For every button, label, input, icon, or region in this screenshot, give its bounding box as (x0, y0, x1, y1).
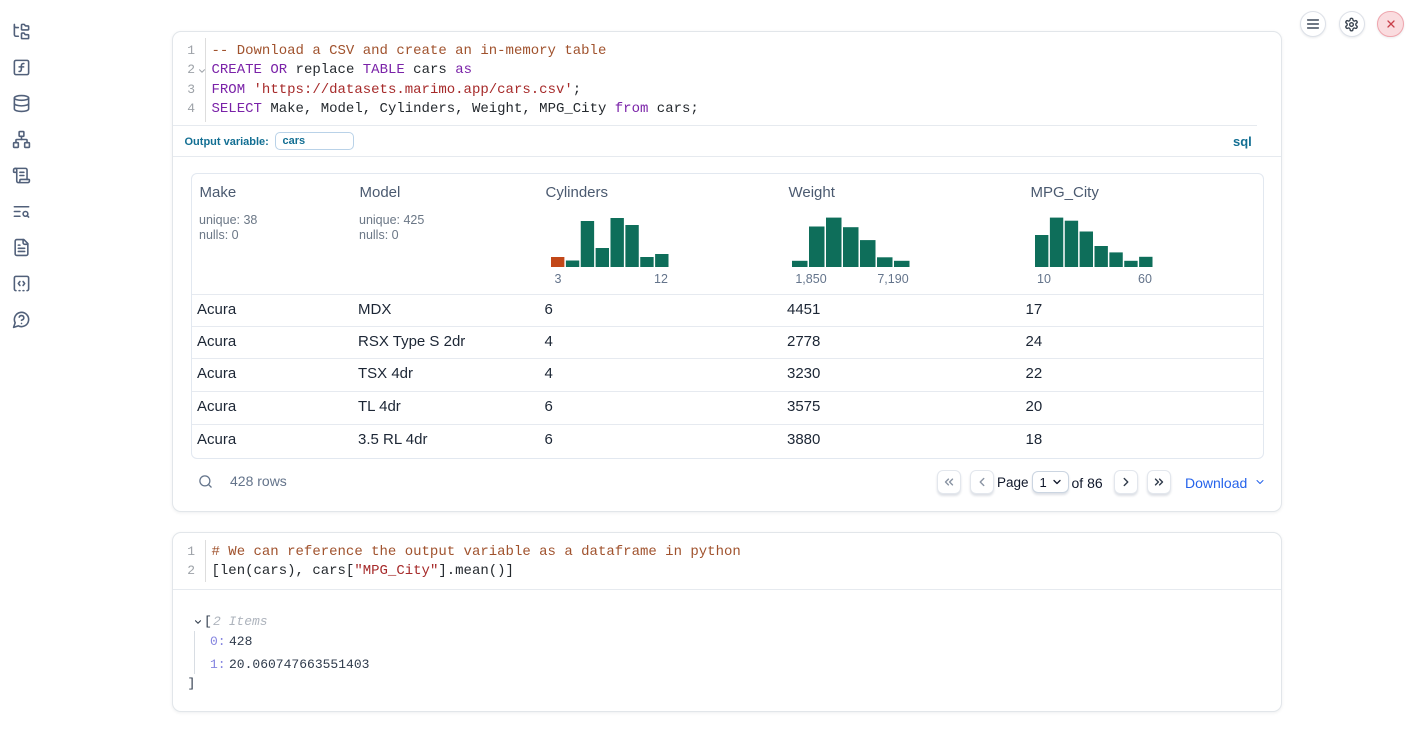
svg-text:12: 12 (654, 272, 668, 286)
svg-text:1,850: 1,850 (795, 272, 826, 286)
svg-text:7,190: 7,190 (877, 272, 908, 286)
svg-text:10: 10 (1037, 272, 1051, 286)
svg-text:3: 3 (555, 272, 562, 286)
svg-text:60: 60 (1138, 272, 1152, 286)
